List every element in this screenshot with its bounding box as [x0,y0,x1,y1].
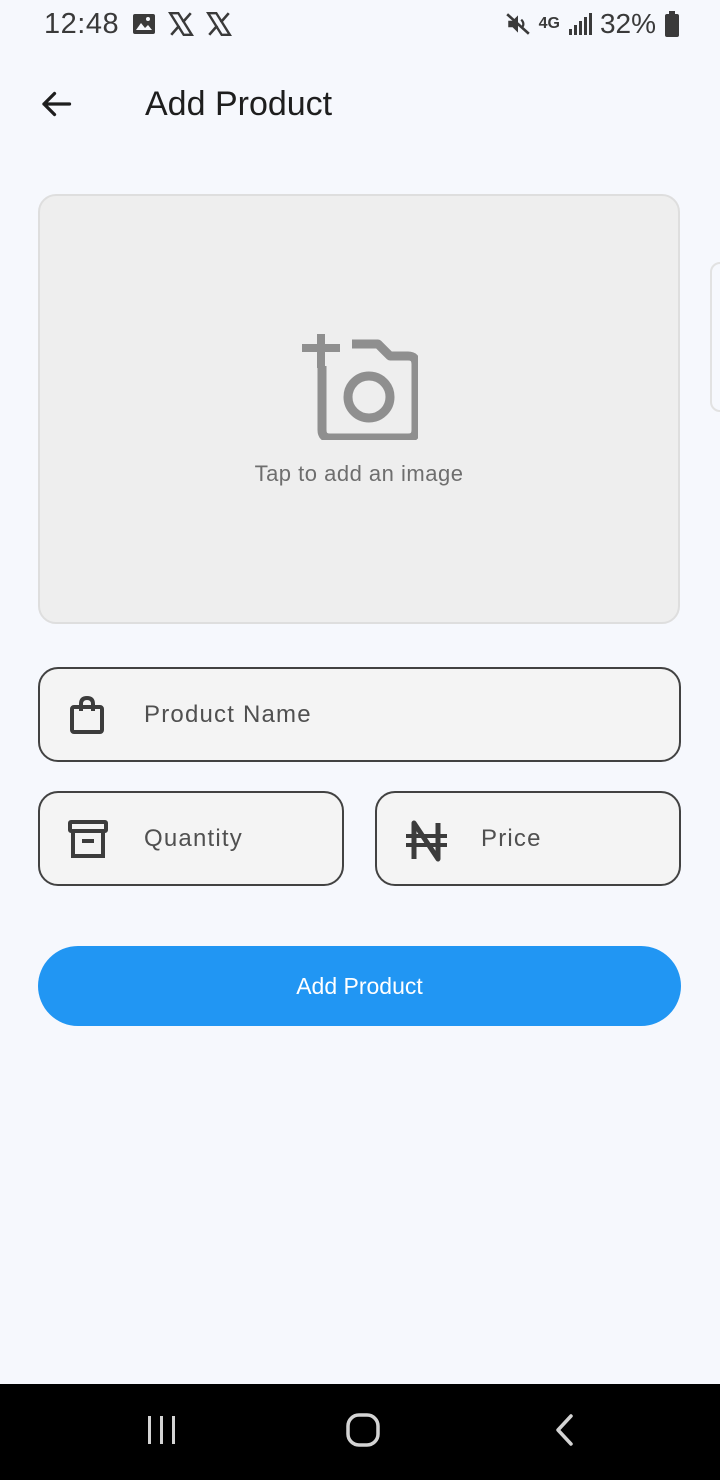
image-picker[interactable]: Tap to add an image [38,194,680,624]
archive-box-icon [68,819,108,859]
add-photo-icon [302,330,421,443]
system-nav-bar [0,1384,720,1480]
x-logo-icon [168,11,194,42]
quantity-field[interactable]: Quantity [38,791,344,886]
back-arrow-icon [38,86,74,127]
network-type: 4G [538,15,560,32]
status-bar: 12:48 4G 32% [0,0,720,52]
recents-button[interactable] [132,1412,192,1452]
quantity-label: Quantity [144,825,243,852]
notification-icons [132,11,232,42]
side-sheet-handle[interactable] [710,262,720,412]
naira-icon [405,819,447,862]
shopping-bag-icon [68,695,108,735]
battery-percent: 32% [599,8,656,39]
nav-back-button[interactable] [535,1412,595,1452]
app-bar: Add Product [0,68,720,144]
x-logo-icon [206,11,232,42]
nav-back-icon [553,1413,577,1452]
signal-icon [568,13,592,35]
page-title: Add Product [145,85,333,123]
back-button[interactable] [26,76,86,136]
product-name-label: Product Name [144,701,312,728]
system-icons: 4G 32% [505,8,680,40]
price-label: Price [481,825,542,852]
mute-icon [505,11,531,37]
recents-icon [145,1414,179,1451]
gallery-icon [132,12,156,41]
home-button[interactable] [333,1412,393,1452]
status-time: 12:48 [44,8,120,40]
image-hint: Tap to add an image [254,461,464,486]
home-icon [345,1412,381,1453]
battery-icon [664,11,680,37]
add-product-button[interactable]: Add Product [38,946,681,1026]
product-name-field[interactable]: Product Name [38,667,681,762]
price-field[interactable]: Price [375,791,681,886]
